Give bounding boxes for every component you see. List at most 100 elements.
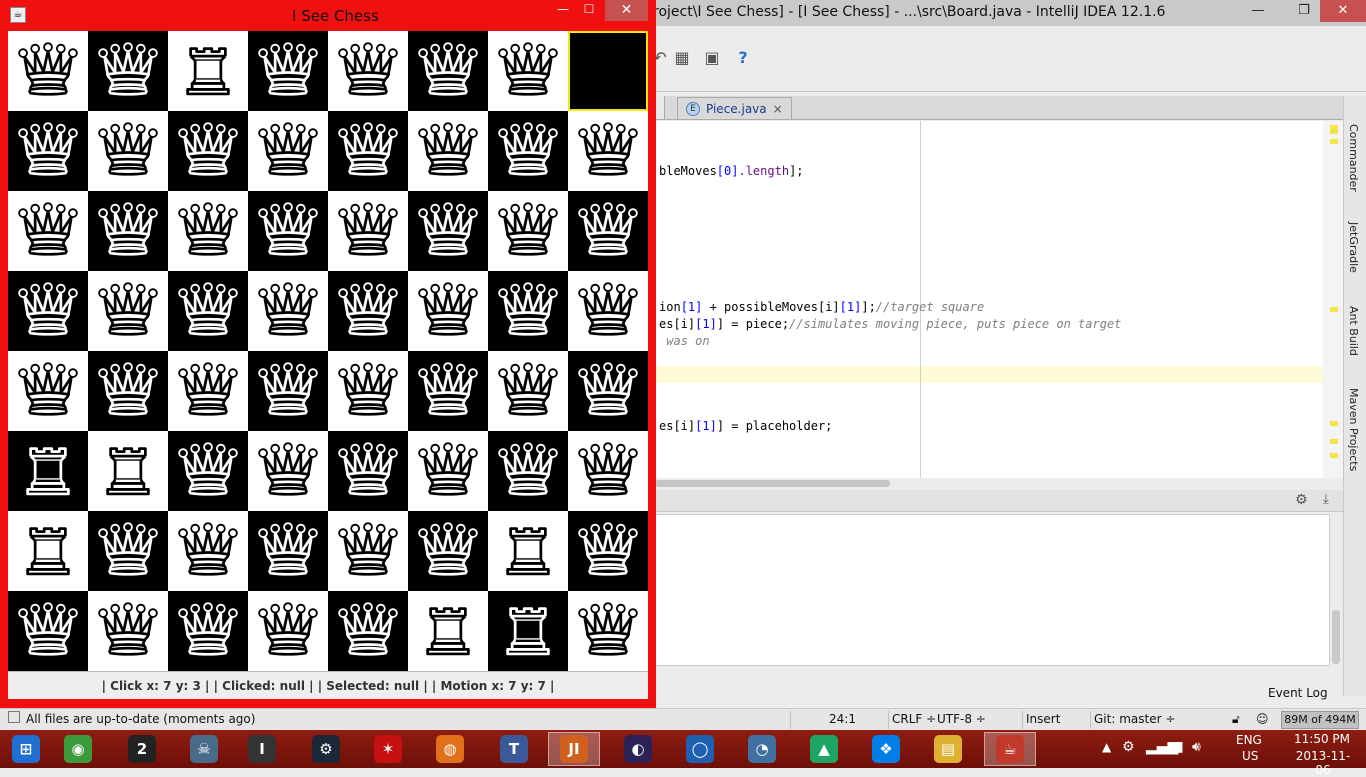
board-square[interactable] [488,191,568,271]
board-square[interactable] [488,31,568,111]
board-square[interactable] [88,511,168,591]
lock-icon[interactable]: 🔓︎ [1232,712,1240,727]
board-square[interactable] [408,431,488,511]
board-square[interactable] [168,511,248,591]
chess-close-button[interactable]: ✕ [605,0,648,21]
board-square[interactable] [88,351,168,431]
taskbar-dropbox[interactable]: ❖ [860,732,912,766]
tray-expand-icon[interactable]: ▲ [1102,740,1111,754]
board-square[interactable] [488,511,568,591]
board-square[interactable] [408,351,488,431]
board-square[interactable] [248,31,328,111]
event-log-button[interactable]: Event Log [1268,686,1328,700]
board-square[interactable] [328,591,408,671]
board-square[interactable] [568,271,648,351]
board-square[interactable] [248,191,328,271]
vcs-branch[interactable]: Git: master ÷ [1094,712,1175,726]
taskbar-app-circle[interactable]: ◔ [736,732,788,766]
taskbar-steam[interactable]: ⚙ [300,732,352,766]
board-square[interactable] [8,591,88,671]
board-square[interactable] [328,511,408,591]
clock-date[interactable]: 2013-11-06 [1290,749,1356,777]
warning-marker[interactable] [1330,125,1338,134]
toolbar-sdk-icon[interactable]: ▣ [702,48,722,68]
board-square[interactable] [328,271,408,351]
toolbar-structure-icon[interactable]: ▦ [672,48,692,68]
taskbar-idle[interactable]: I [236,732,288,766]
board-square[interactable] [168,31,248,111]
language-bottom[interactable]: US [1242,749,1258,763]
taskbar-windows-start[interactable]: ⊞ [0,732,52,766]
chess-minimize-button[interactable]: — [552,2,574,20]
board-square[interactable] [88,271,168,351]
network-icon[interactable]: ▂▄▆ [1146,739,1178,755]
board-square[interactable] [488,591,568,671]
taskbar-chrome[interactable]: ◉ [52,732,104,766]
taskbar-game-skull[interactable]: ☠ [178,732,230,766]
board-square[interactable] [8,191,88,271]
board-square[interactable] [408,591,488,671]
caret-position[interactable]: 24:1 [829,712,856,726]
line-separator[interactable]: CRLF ÷ [892,712,936,726]
tool-ant-build[interactable]: Ant Build [1347,306,1360,356]
hide-panel-icon[interactable]: ⤓ [1323,492,1329,507]
warning-marker[interactable] [1330,439,1338,444]
board-square[interactable] [568,351,648,431]
board-square[interactable] [8,271,88,351]
board-square[interactable] [168,431,248,511]
board-square[interactable] [168,191,248,271]
panel-body[interactable] [655,514,1330,666]
gear-icon[interactable]: ⚙ [1295,492,1308,508]
insert-mode[interactable]: Insert [1026,712,1060,726]
taskbar-eclipse[interactable]: ◐ [612,732,664,766]
board-square[interactable] [168,271,248,351]
help-icon[interactable]: ? [733,48,753,68]
board-square[interactable] [328,31,408,111]
board-square[interactable] [248,271,328,351]
ide-restore-button[interactable]: ❐ [1288,0,1320,22]
board-square[interactable] [168,111,248,191]
board-square[interactable] [8,111,88,191]
inspector-icon[interactable]: ☺ [1256,712,1269,726]
board-square[interactable] [488,431,568,511]
tab-close-icon[interactable]: × [773,99,783,119]
taskbar-java[interactable]: ☕ [984,732,1036,766]
taskbar-firefox[interactable]: ◍ [424,732,476,766]
board-square[interactable] [248,351,328,431]
board-square[interactable] [328,191,408,271]
board-square[interactable] [488,271,568,351]
chess-board[interactable] [8,31,648,671]
tab-scroll-left[interactable] [655,96,665,119]
board-square[interactable] [248,511,328,591]
panel-scroll-thumb[interactable] [1332,610,1340,664]
taskbar-file-explorer[interactable]: ▤ [922,732,974,766]
board-square[interactable] [8,511,88,591]
taskbar-editor[interactable]: T [488,732,540,766]
board-square[interactable] [488,351,568,431]
board-square[interactable] [8,431,88,511]
ide-minimize-button[interactable]: — [1242,0,1274,22]
board-square[interactable] [408,271,488,351]
scroll-thumb[interactable] [655,480,890,487]
language-top[interactable]: ENG [1236,733,1262,747]
warning-marker[interactable] [1330,421,1338,426]
error-stripe[interactable] [1323,121,1343,478]
code-editor[interactable]: bleMoves[0].length]; ion[1] + possibleMo… [655,121,1323,478]
board-square[interactable] [88,591,168,671]
taskbar-intellij[interactable]: JI [548,732,600,766]
board-square[interactable] [568,511,648,591]
board-square[interactable] [88,431,168,511]
board-square[interactable] [248,111,328,191]
editor-horizontal-scrollbar[interactable] [655,478,1343,490]
board-square[interactable] [488,111,568,191]
board-square[interactable] [8,31,88,111]
board-square[interactable] [88,31,168,111]
board-square[interactable] [408,31,488,111]
tool-jetgradle[interactable]: JetGradle [1347,222,1360,273]
volume-icon[interactable]: 🔊︎ [1192,739,1201,755]
clock-time[interactable]: 11:50 PM [1290,732,1354,746]
board-square[interactable] [408,511,488,591]
taskbar-2k-app[interactable]: 2 [116,732,168,766]
ide-close-button[interactable]: ✕ [1320,0,1366,22]
board-square[interactable] [168,591,248,671]
